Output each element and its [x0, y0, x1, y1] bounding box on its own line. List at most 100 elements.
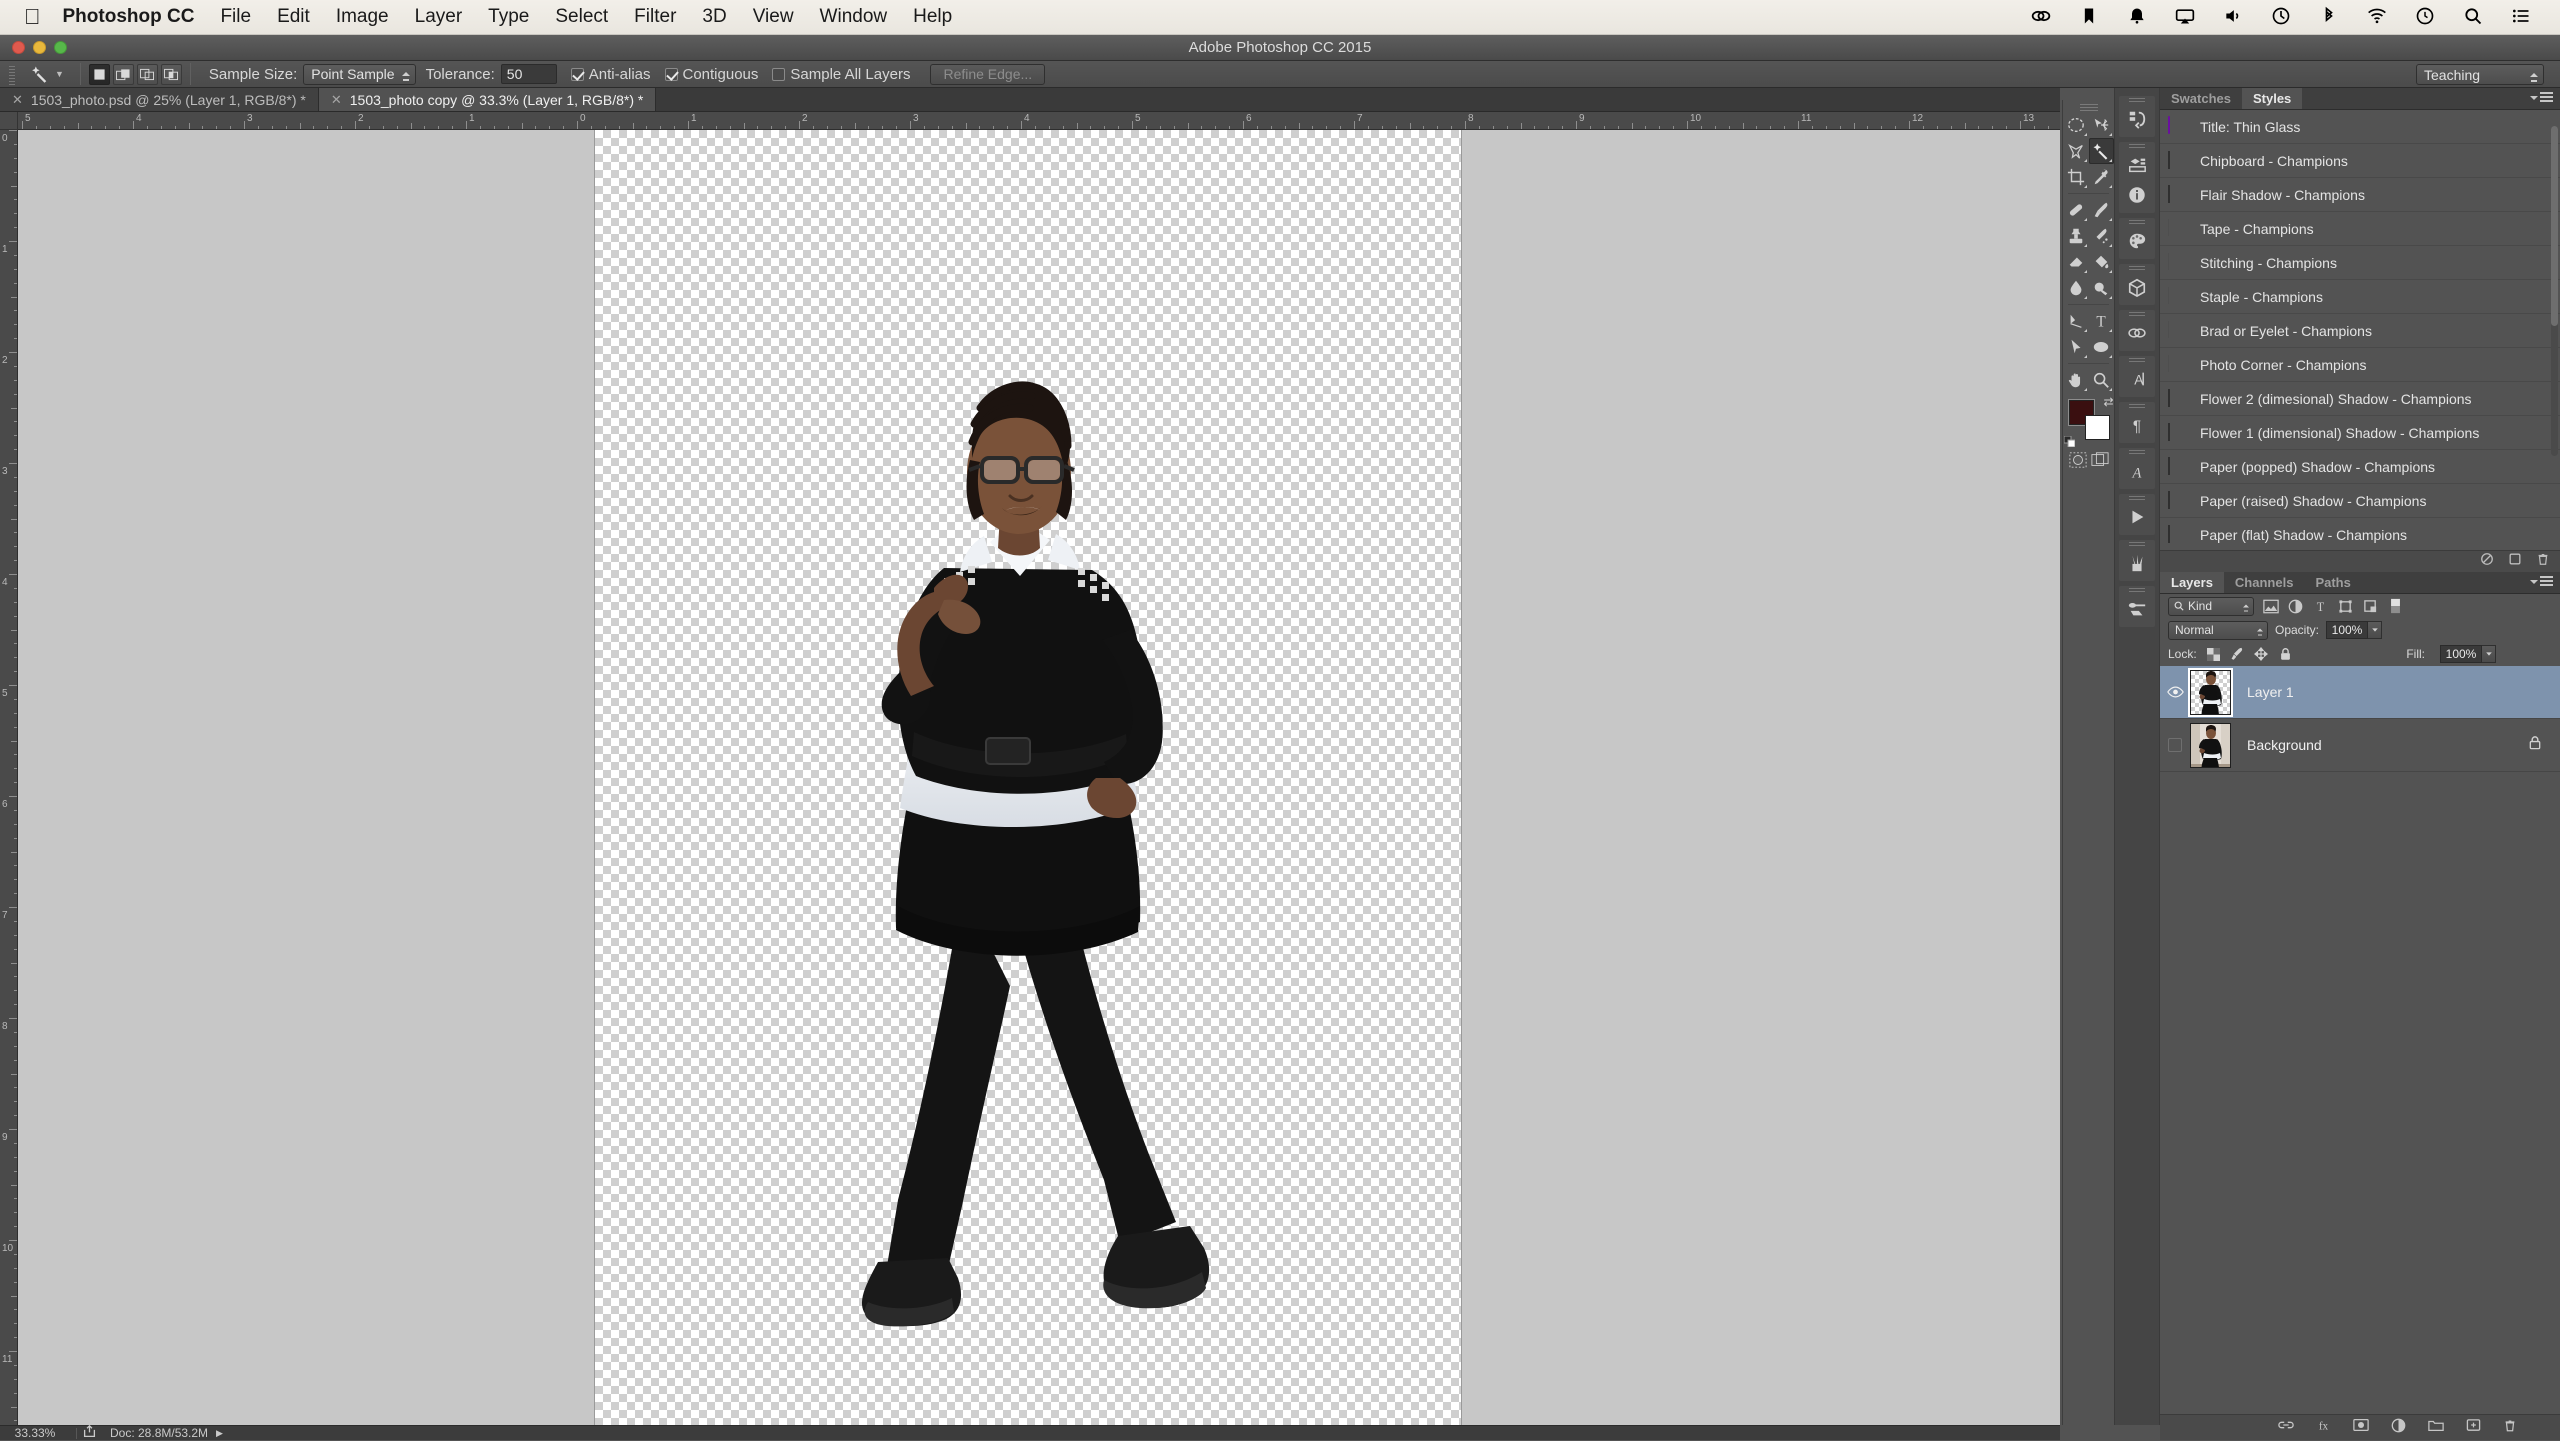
adjustment-layer-icon[interactable]	[2391, 1418, 2406, 1438]
pen-tool[interactable]	[2063, 308, 2089, 334]
marquee-elliptical-tool[interactable]	[2063, 112, 2089, 138]
menu-type[interactable]: Type	[488, 6, 529, 28]
vertical-ruler[interactable]: 0 1 2 3 4 5 6 7 8 9 10 11	[0, 130, 18, 1425]
link-layers-icon[interactable]	[2278, 1418, 2294, 1437]
lock-position-icon[interactable]	[2254, 647, 2269, 662]
bookmark-icon[interactable]	[2078, 6, 2100, 29]
lock-image-pixels-icon[interactable]	[2230, 647, 2245, 662]
style-list-item[interactable]: Flower 2 (dimesional) Shadow - Champions	[2160, 382, 2560, 416]
layer-name[interactable]: Background	[2231, 737, 2322, 753]
share-icon[interactable]	[83, 1424, 96, 1441]
style-list-item[interactable]: Staple - Champions	[2160, 280, 2560, 314]
tab-swatches[interactable]: Swatches	[2160, 88, 2242, 109]
bluetooth-icon[interactable]	[2318, 6, 2340, 29]
menu-view[interactable]: View	[753, 6, 794, 28]
rail-grip[interactable]	[2119, 494, 2155, 502]
style-list-item[interactable]: Paper (raised) Shadow - Champions	[2160, 484, 2560, 518]
glyphs-icon[interactable]: A	[2119, 456, 2155, 486]
refine-edge-button[interactable]: Refine Edge...	[930, 63, 1046, 85]
style-list-item[interactable]: Paper (flat) Shadow - Champions	[2160, 518, 2560, 550]
battery-icon[interactable]	[2414, 6, 2436, 29]
styles-panel-menu-button[interactable]	[2530, 92, 2553, 103]
history-brush-tool[interactable]	[2089, 223, 2115, 249]
filter-smart-object-icon[interactable]	[2362, 598, 2379, 615]
workspace-select[interactable]: Teaching	[2416, 64, 2544, 85]
quick-mask-icon[interactable]	[2068, 451, 2088, 474]
blur-tool[interactable]	[2063, 275, 2089, 301]
style-list-item[interactable]: Photo Corner - Champions	[2160, 348, 2560, 382]
document-tab-2[interactable]: ✕ 1503_photo copy @ 33.3% (Layer 1, RGB/…	[318, 88, 657, 111]
style-list-item[interactable]: Brad or Eyelet - Champions	[2160, 314, 2560, 348]
new-selection-button[interactable]	[88, 63, 110, 85]
3d-icon[interactable]	[2119, 272, 2155, 302]
layer-thumbnail[interactable]	[2190, 722, 2231, 768]
rail-grip[interactable]	[2119, 310, 2155, 318]
rail-grip[interactable]	[2119, 96, 2155, 104]
layers-panel-menu-button[interactable]	[2530, 576, 2553, 587]
layer-filter-kind-select[interactable]: Kind	[2168, 596, 2254, 616]
fill-value[interactable]: 100%	[2440, 645, 2482, 663]
magic-wand-tool[interactable]	[2088, 138, 2114, 164]
airplay-icon[interactable]	[2174, 6, 2196, 29]
search-icon[interactable]	[2462, 6, 2484, 29]
rail-grip[interactable]	[2119, 142, 2155, 150]
clear-style-icon[interactable]	[2480, 552, 2494, 571]
brush-presets-icon[interactable]	[2119, 548, 2155, 578]
tolerance-input[interactable]: 50	[500, 64, 557, 84]
info-icon[interactable]	[2119, 180, 2155, 210]
lasso-tool[interactable]	[2063, 138, 2089, 164]
style-list-item[interactable]: Tape - Champions	[2160, 212, 2560, 246]
eraser-tool[interactable]	[2063, 249, 2089, 275]
healing-brush-tool[interactable]	[2063, 197, 2089, 223]
crop-tool[interactable]	[2063, 164, 2089, 190]
hand-tool[interactable]	[2063, 367, 2089, 393]
tab-styles[interactable]: Styles	[2241, 88, 2303, 109]
swap-colors-icon[interactable]: ⇄	[2103, 395, 2113, 409]
path-selection-tool[interactable]	[2063, 334, 2089, 360]
lock-all-icon[interactable]	[2278, 647, 2293, 662]
creative-cloud-icon[interactable]	[2030, 6, 2052, 29]
lock-transparent-pixels-icon[interactable]	[2206, 647, 2221, 662]
styles-scrollbar[interactable]	[2551, 126, 2558, 456]
styles-list[interactable]: Title: Thin Glass Chipboard - Champions Fl…	[2160, 110, 2560, 550]
volume-icon[interactable]	[2222, 6, 2244, 29]
styles-scroll-thumb[interactable]	[2551, 126, 2558, 326]
menu-window[interactable]: Window	[820, 6, 888, 28]
rail-grip[interactable]	[2119, 264, 2155, 272]
subtract-from-selection-button[interactable]	[136, 63, 158, 85]
menu-3d[interactable]: 3D	[702, 6, 726, 28]
style-list-item[interactable]: Title: Thin Glass	[2160, 110, 2560, 144]
menu-image[interactable]: Image	[336, 6, 389, 28]
tools-panel-grip[interactable]	[2063, 102, 2114, 112]
layer-visibility-toggle[interactable]	[2160, 738, 2190, 752]
layer-visibility-toggle[interactable]	[2160, 686, 2190, 698]
contiguous-checkbox[interactable]: Contiguous	[664, 66, 758, 83]
close-icon[interactable]: ✕	[12, 92, 23, 108]
blend-mode-select[interactable]: Normal	[2168, 620, 2268, 640]
filter-shape-icon[interactable]	[2337, 598, 2354, 615]
add-to-selection-button[interactable]	[112, 63, 134, 85]
document-tab-1[interactable]: ✕ 1503_photo.psd @ 25% (Layer 1, RGB/8*)…	[0, 88, 319, 111]
default-colors-icon[interactable]	[2063, 434, 2075, 448]
style-list-item[interactable]: Paper (popped) Shadow - Champions	[2160, 450, 2560, 484]
menu-layer[interactable]: Layer	[415, 6, 463, 28]
type-tool[interactable]: T	[2089, 308, 2115, 334]
rail-grip[interactable]	[2119, 402, 2155, 410]
zoom-level[interactable]: 33.33%	[0, 1426, 70, 1440]
menu-select[interactable]: Select	[555, 6, 608, 28]
intersect-with-selection-button[interactable]	[160, 63, 182, 85]
time-machine-icon[interactable]	[2270, 6, 2292, 29]
filter-toggle-icon[interactable]	[2387, 598, 2404, 615]
paragraph-icon[interactable]: ¶	[2119, 410, 2155, 440]
filter-adjustment-icon[interactable]	[2287, 598, 2304, 615]
move-tool[interactable]	[2089, 112, 2115, 138]
zoom-tool[interactable]	[2089, 367, 2115, 393]
style-list-item[interactable]: Flower 1 (dimensional) Shadow - Champion…	[2160, 416, 2560, 450]
libraries-icon[interactable]	[2119, 318, 2155, 348]
active-tool-chip[interactable]: ▼	[22, 64, 72, 84]
history-icon[interactable]	[2119, 104, 2155, 134]
table-row[interactable]: Layer 1	[2160, 666, 2560, 719]
rail-grip[interactable]	[2119, 586, 2155, 594]
rail-grip[interactable]	[2119, 540, 2155, 548]
delete-style-icon[interactable]	[2536, 552, 2550, 571]
